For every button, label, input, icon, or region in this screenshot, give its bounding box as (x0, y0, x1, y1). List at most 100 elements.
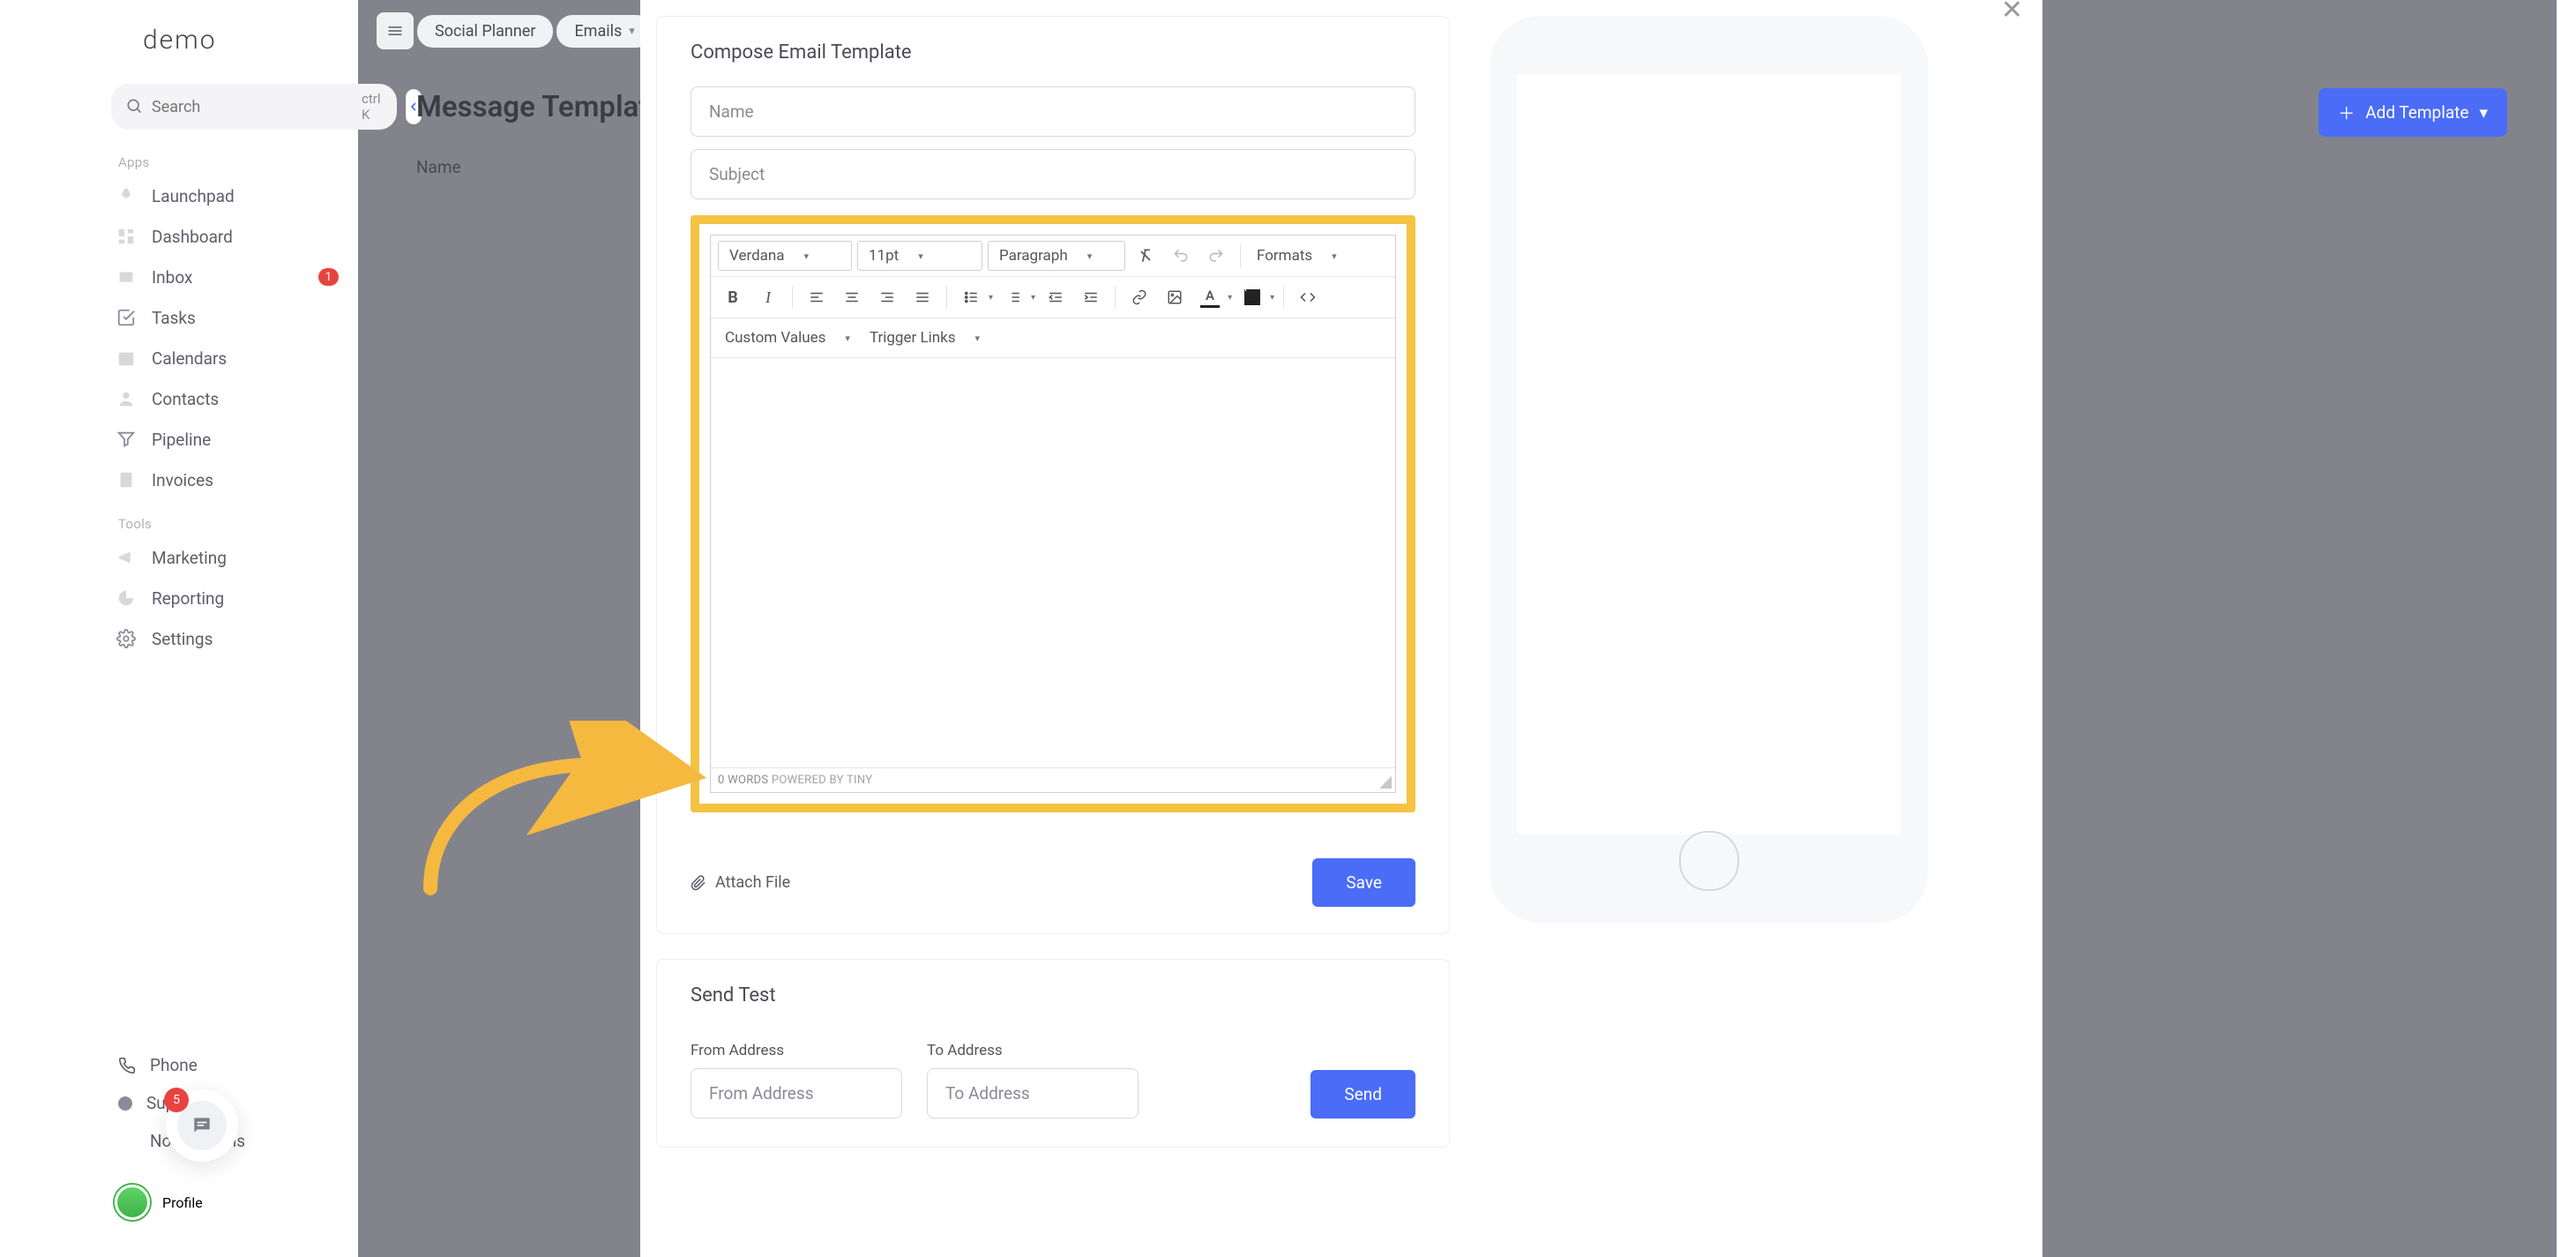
template-subject-input[interactable] (691, 149, 1415, 199)
send-test-title: Send Test (691, 984, 1415, 1006)
align-right-button[interactable] (872, 282, 902, 312)
phone-icon (118, 1057, 136, 1074)
sidebar-item-pipeline[interactable]: Pipeline (95, 419, 358, 460)
search-input-wrap[interactable]: ctrl K (111, 84, 397, 130)
bg-color-button[interactable]: A▾ (1237, 282, 1274, 312)
add-template-button[interactable]: ＋ Add Template ▾ (2318, 88, 2507, 137)
sidebar-item-label: Pipeline (152, 430, 211, 450)
chevron-down-icon: ▾ (629, 25, 635, 38)
align-justify-button[interactable] (907, 282, 937, 312)
sidebar-item-marketing[interactable]: Marketing (95, 537, 358, 578)
numbered-list-button[interactable]: ▾ (998, 282, 1035, 312)
sidebar: demo ctrl K Apps Launchpad Dashboard (95, 0, 358, 1257)
trigger-links-select[interactable]: Trigger Links▾ (862, 324, 987, 352)
inbox-badge: 1 (318, 268, 339, 286)
megaphone-icon (115, 546, 138, 569)
calendar-icon (115, 347, 138, 370)
sidebar-item-settings[interactable]: Settings (95, 618, 358, 659)
bottom-label: Phone (150, 1055, 198, 1075)
send-test-card: Send Test From Address To Address Send (656, 959, 1450, 1148)
align-center-button[interactable] (837, 282, 867, 312)
sidebar-item-invoices[interactable]: Invoices (95, 460, 358, 500)
bold-button[interactable]: B (718, 282, 748, 312)
compose-title: Compose Email Template (691, 41, 1415, 64)
template-name-input[interactable] (691, 86, 1415, 137)
save-button[interactable]: Save (1312, 858, 1415, 907)
word-count: 0 WORDS POWERED BY TINY (718, 774, 872, 787)
to-address-label: To Address (927, 1042, 1139, 1059)
editor-footer: 0 WORDS POWERED BY TINY (711, 767, 1395, 792)
sidebar-item-label: Dashboard (152, 227, 233, 247)
search-kbd: ctrl K (362, 91, 383, 123)
dashboard-icon (115, 225, 138, 248)
code-button[interactable] (1293, 282, 1323, 312)
sidebar-item-tasks[interactable]: Tasks (95, 297, 358, 338)
formats-select[interactable]: Formats▾ (1250, 242, 1344, 270)
sidebar-item-label: Invoices (152, 470, 213, 490)
sidebar-item-label: Reporting (152, 588, 224, 609)
to-address-input[interactable] (927, 1068, 1139, 1119)
custom-values-select[interactable]: Custom Values▾ (718, 324, 857, 352)
send-button[interactable]: Send (1310, 1070, 1415, 1119)
contacts-icon (115, 387, 138, 410)
indent-button[interactable] (1076, 282, 1106, 312)
topnav-social-planner[interactable]: Social Planner (417, 15, 553, 48)
sidebar-item-calendars[interactable]: Calendars (95, 338, 358, 378)
notification-badge: 5 (164, 1088, 189, 1112)
sidebar-item-label: Marketing (152, 548, 227, 568)
resize-handle[interactable] (1379, 776, 1392, 789)
sidebar-item-label: Calendars (152, 348, 227, 369)
redo-button[interactable] (1201, 241, 1231, 271)
inbox-icon (115, 266, 138, 288)
menu-button[interactable] (377, 12, 414, 49)
logo-text: demo (143, 25, 358, 56)
bullet-list-button[interactable]: ▾ (956, 282, 993, 312)
font-family-select[interactable]: Verdana▾ (718, 241, 852, 271)
close-button[interactable]: ✕ (2001, 0, 2023, 26)
notification-bubble[interactable]: 5 (166, 1089, 238, 1162)
clear-formatting-button[interactable] (1131, 241, 1161, 271)
sidebar-item-contacts[interactable]: Contacts (95, 378, 358, 419)
sidebar-item-inbox[interactable]: Inbox 1 (95, 257, 358, 297)
undo-button[interactable] (1166, 241, 1196, 271)
bottom-label: Profile (162, 1194, 203, 1211)
rocket-icon (115, 184, 138, 207)
italic-button[interactable]: I (753, 282, 783, 312)
link-button[interactable] (1124, 282, 1154, 312)
bottom-phone[interactable]: Phone (115, 1046, 339, 1084)
attach-file-button[interactable]: Attach File (691, 873, 790, 892)
outdent-button[interactable] (1041, 282, 1071, 312)
topnav-emails[interactable]: Emails▾ (556, 15, 652, 48)
editor-content-area[interactable] (711, 358, 1395, 767)
plus-icon: ＋ (2338, 101, 2355, 124)
search-icon (125, 97, 143, 116)
align-left-button[interactable] (802, 282, 832, 312)
sidebar-item-reporting[interactable]: Reporting (95, 578, 358, 618)
sidebar-item-label: Tasks (152, 308, 196, 328)
from-address-input[interactable] (691, 1068, 902, 1119)
pipeline-icon (115, 428, 138, 451)
sidebar-section-tools: Tools (95, 511, 358, 537)
sidebar-section-apps: Apps (95, 149, 358, 176)
tasks-icon (115, 306, 138, 329)
phone-screen (1517, 74, 1901, 834)
dot-icon (118, 1096, 132, 1111)
rich-text-editor: Verdana▾ 11pt▾ Paragraph▾ Formats▾ (710, 235, 1396, 793)
chevron-down-icon: ▾ (2479, 102, 2488, 123)
sidebar-item-label: Launchpad (152, 186, 235, 206)
font-size-select[interactable]: 11pt▾ (857, 241, 982, 271)
block-format-select[interactable]: Paragraph▾ (988, 241, 1125, 271)
modal: ✕ Compose Email Template (640, 0, 2042, 1257)
search-input[interactable] (152, 98, 353, 116)
sidebar-item-dashboard[interactable]: Dashboard (95, 216, 358, 257)
text-color-button[interactable]: A▾ (1195, 282, 1232, 312)
bottom-profile[interactable]: Profile (115, 1185, 203, 1220)
table-header-name: Name (416, 157, 461, 177)
image-button[interactable] (1160, 282, 1190, 312)
paperclip-icon (691, 875, 706, 891)
invoices-icon (115, 468, 138, 491)
sidebar-item-launchpad[interactable]: Launchpad (95, 176, 358, 216)
sidebar-item-label: Contacts (152, 389, 219, 409)
editor-highlighted-wrap: Verdana▾ 11pt▾ Paragraph▾ Formats▾ (691, 215, 1415, 812)
from-address-label: From Address (691, 1042, 902, 1059)
